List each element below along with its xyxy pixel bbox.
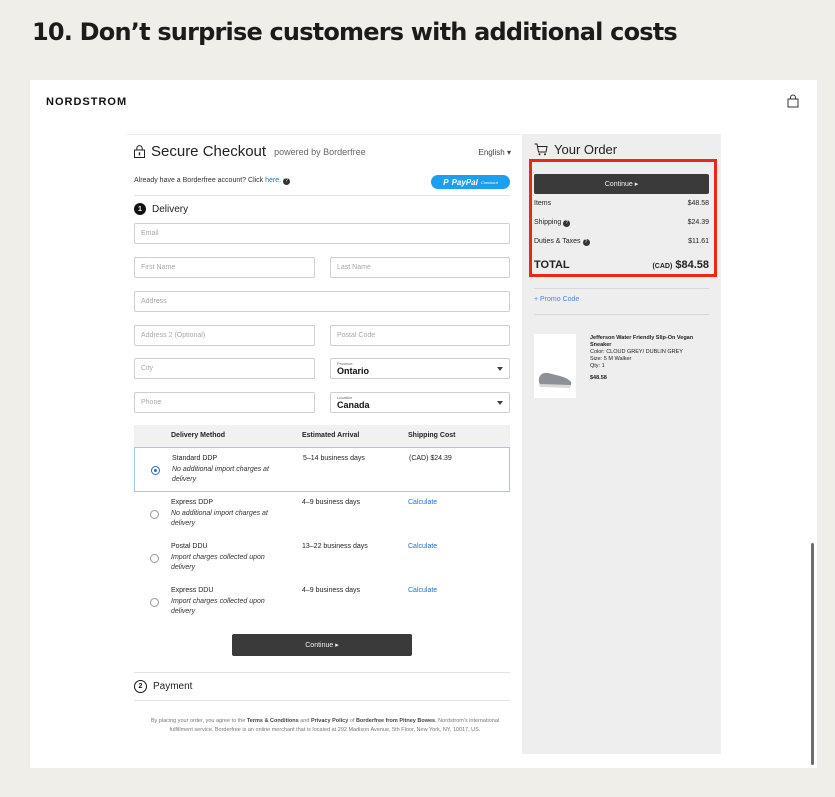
promo-code-link[interactable]: + Promo Code: [534, 296, 579, 303]
divider: [134, 672, 510, 673]
delivery-option-postal-ddu[interactable]: Postal DDU Import charges collected upon…: [134, 536, 510, 580]
delivery-option-express-ddu[interactable]: Express DDU Import charges collected upo…: [134, 580, 510, 624]
privacy-link[interactable]: Privacy Policy: [311, 718, 348, 724]
radio-button[interactable]: [150, 598, 159, 607]
product-name[interactable]: Jefferson Water Friendly Slip-On Vegan S…: [590, 335, 710, 349]
checkout-panel: Secure Checkout powered by Borderfree En…: [127, 134, 521, 755]
page-headline: 10. Don’t surprise customers with additi…: [32, 18, 678, 46]
calculate-link[interactable]: Calculate: [408, 499, 437, 506]
radio-button[interactable]: [150, 510, 159, 519]
sneaker-icon: [538, 372, 572, 388]
powered-by: powered by Borderfree: [274, 146, 366, 157]
checkout-title: Secure Checkout powered by Borderfree: [134, 143, 366, 160]
radio-button[interactable]: [150, 554, 159, 563]
delivery-step-header: 1 Delivery: [134, 203, 188, 215]
calculate-link[interactable]: Calculate: [408, 587, 437, 594]
divider: [534, 288, 709, 289]
chevron-down-icon: ▾: [506, 148, 511, 157]
continue-button[interactable]: Continue ▸: [232, 634, 412, 656]
divider: [134, 700, 510, 701]
address2-field[interactable]: Address 2 (Optional): [134, 325, 315, 346]
address-field[interactable]: Address: [134, 291, 510, 312]
scrollbar[interactable]: [811, 543, 814, 765]
first-name-field[interactable]: First Name: [134, 257, 315, 278]
step-label: Delivery: [152, 203, 189, 215]
terms-link[interactable]: Terms & Conditions: [247, 718, 299, 724]
radio-button[interactable]: [151, 466, 160, 475]
last-name-field[interactable]: Last Name: [330, 257, 510, 278]
phone-field[interactable]: Phone: [134, 392, 315, 413]
product-qty: Qty: 1: [590, 363, 605, 369]
chevron-down-icon: [497, 367, 503, 371]
paypal-logo-icon: P: [443, 177, 449, 187]
step-label: Payment: [153, 681, 193, 692]
product-details: Jefferson Water Friendly Slip-On Vegan S…: [590, 335, 710, 382]
delivery-table-header: Delivery Method Estimated Arrival Shippi…: [134, 425, 510, 447]
step-number: 2: [134, 680, 147, 693]
nordstrom-logo[interactable]: NORDSTROM: [46, 96, 127, 108]
email-field[interactable]: Email: [134, 223, 510, 244]
product-color: Color: CLOUD GREY/ DUBLIN GREY: [590, 349, 683, 355]
calculate-link[interactable]: Calculate: [408, 543, 437, 550]
order-title: Your Order: [534, 142, 617, 157]
divider: [534, 314, 709, 315]
province-select[interactable]: Province Ontario: [330, 358, 510, 379]
payment-step-header[interactable]: 2 Payment: [134, 680, 192, 693]
language-select[interactable]: English ▾: [479, 148, 512, 157]
delivery-option-express-ddp[interactable]: Express DDP No additional import charges…: [134, 492, 510, 536]
city-field[interactable]: City: [134, 358, 315, 379]
delivery-option-standard-ddp[interactable]: Standard DDP No additional import charge…: [134, 447, 510, 492]
postal-code-field[interactable]: Postal Code: [330, 325, 510, 346]
checkout-title-text: Secure Checkout: [151, 143, 267, 160]
chevron-down-icon: [497, 401, 503, 405]
paypal-button[interactable]: P PayPal Checkout: [431, 175, 510, 189]
product-image[interactable]: [534, 334, 576, 398]
help-icon[interactable]: ?: [283, 178, 291, 185]
legal-text: By placing your order, you agree to the …: [150, 718, 500, 733]
step-number: 1: [134, 203, 146, 215]
product-size: Size: 5 M Walker: [590, 356, 632, 362]
location-select[interactable]: Location Canada: [330, 392, 510, 413]
divider: [134, 195, 510, 196]
product-price: $48.58: [590, 375, 607, 381]
lock-icon: [134, 145, 145, 158]
highlight-box: [529, 159, 717, 277]
shopping-bag-icon[interactable]: [786, 94, 800, 108]
account-prompt: Already have a Borderfree account? Click…: [134, 177, 291, 185]
cart-icon: [534, 143, 548, 156]
login-link[interactable]: here.: [265, 177, 281, 184]
